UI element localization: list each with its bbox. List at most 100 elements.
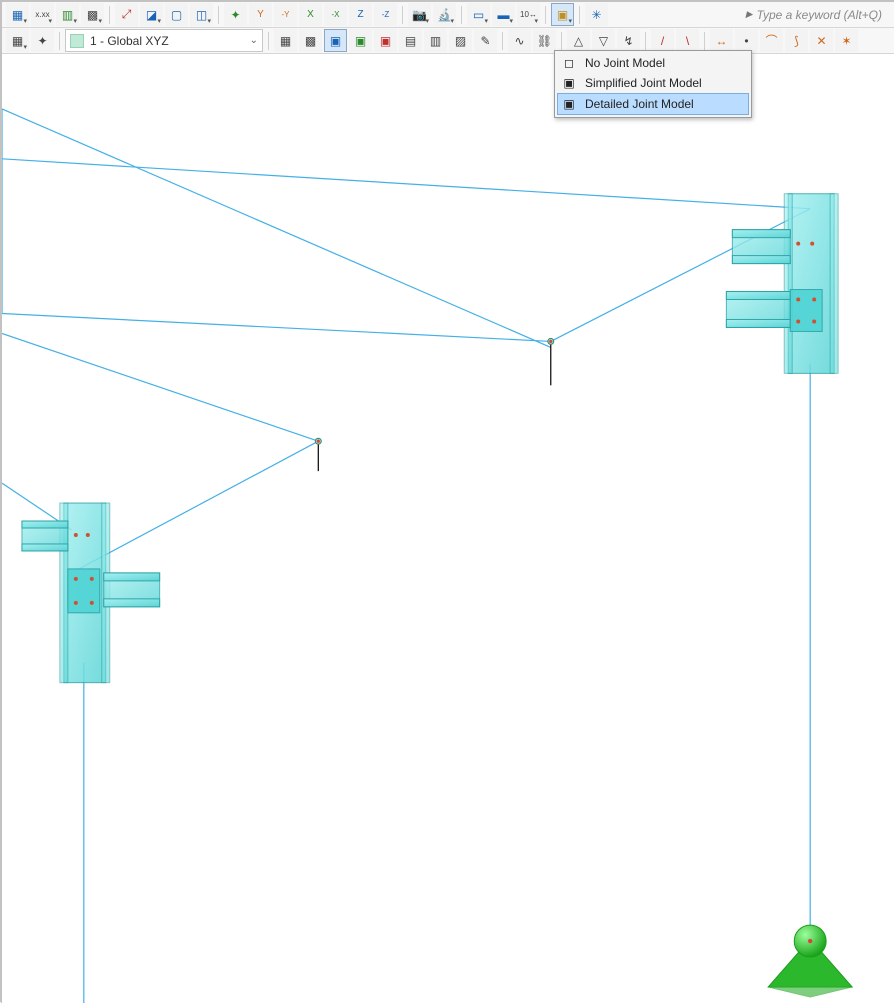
toolbar-separator (561, 32, 562, 50)
model-svg (2, 54, 894, 1003)
joint-right (726, 194, 838, 374)
chevron-down-icon: ▾ (48, 17, 52, 25)
menu-simplified-joint[interactable]: ▣ Simplified Joint Model (557, 73, 749, 93)
cross-1-icon[interactable]: ✕ (810, 29, 833, 52)
joint-left (22, 503, 160, 683)
joint-model-icon[interactable]: ▣▾ (551, 3, 574, 26)
toolbar-separator (704, 32, 705, 50)
line-1-icon[interactable]: / (651, 29, 674, 52)
mid-nodes (315, 338, 553, 444)
microscope-icon[interactable]: 🔬▾ (433, 3, 456, 26)
node-mark-icon[interactable]: • (735, 29, 758, 52)
model-viewport[interactable] (2, 54, 894, 1003)
line-2-icon[interactable]: \ (676, 29, 699, 52)
chevron-down-icon: ▾ (509, 17, 513, 25)
chevron-down-icon: ▾ (98, 17, 102, 25)
toolbar-2-left: ▦▾✦ (6, 29, 54, 52)
toggle-display-icon[interactable]: ▥▾ (56, 3, 79, 26)
toolbar-separator (59, 32, 60, 50)
toolbar-row-1: ▦▾x.xx▾▥▾▩▾ ⤢◪▾▢◫▾ ✦Y-YX-XZ-Z 📷▾🔬▾ ▭▾▬▾10↔▾ ▣… (2, 2, 894, 28)
menu-item-label: Simplified Joint Model (585, 76, 702, 90)
support-cone (768, 925, 852, 997)
new-structure-icon[interactable]: ▦▾ (6, 3, 29, 26)
coord-system-swatch (70, 34, 84, 48)
rendering-icon[interactable]: ✳ (585, 3, 608, 26)
menu-no-joint[interactable]: ◻ No Joint Model (557, 53, 749, 73)
table-icon[interactable]: ▦ (274, 29, 297, 52)
wireframe-icon[interactable]: ▢ (165, 3, 188, 26)
floor-plane-icon[interactable]: ▬▾ (492, 3, 515, 26)
toolbar-separator (579, 6, 580, 24)
coordinate-system-dropdown[interactable]: 1 - Global XYZ ⌄ (65, 29, 263, 52)
menu-item-label: No Joint Model (585, 56, 665, 70)
framework-2-icon[interactable]: ▣ (349, 29, 372, 52)
axis-x-icon[interactable]: X (299, 3, 322, 26)
support-a-icon[interactable]: △ (567, 29, 590, 52)
search-box[interactable]: ▶ Type a keyword (Alt+Q) (746, 4, 890, 26)
cross-2-icon[interactable]: ✶ (835, 29, 858, 52)
menu-detailed-joint[interactable]: ▣ Detailed Joint Model (557, 93, 749, 115)
toolbar-separator (461, 6, 462, 24)
zoom-extents-icon[interactable]: ⤢ (115, 3, 138, 26)
camera-view-icon[interactable]: 📷▾ (408, 3, 431, 26)
coord-system-label: 1 - Global XYZ (90, 34, 169, 48)
search-expand-icon: ▶ (746, 9, 753, 20)
toolbar-separator (268, 32, 269, 50)
toolbar-separator (402, 6, 403, 24)
toolbar-separator (218, 6, 219, 24)
arc-2-icon[interactable]: ⟆ (785, 29, 808, 52)
toolbar-separator (502, 32, 503, 50)
axis-neg-x-icon[interactable]: -X (324, 3, 347, 26)
chevron-down-icon: ▾ (568, 17, 572, 25)
toolbar-separator (645, 32, 646, 50)
joint-type-icon: ◻ (561, 55, 577, 71)
toolbar-1-buttons: ▦▾x.xx▾▥▾▩▾ ⤢◪▾▢◫▾ ✦Y-YX-XZ-Z 📷▾🔬▾ ▭▾▬▾10↔▾ ▣… (6, 3, 608, 26)
framework-1-icon[interactable]: ▣ (324, 29, 347, 52)
chevron-down-icon: ⌄ (250, 35, 258, 46)
transparency-icon[interactable]: ◫▾ (190, 3, 213, 26)
framework-6-icon[interactable]: ▨ (449, 29, 472, 52)
axes-xyz-icon[interactable]: ✦ (224, 3, 247, 26)
axis-z-icon[interactable]: Z (349, 3, 372, 26)
framework-3-icon[interactable]: ▣ (374, 29, 397, 52)
toolbar-separator (109, 6, 110, 24)
link-nodes-icon[interactable]: ∿ (508, 29, 531, 52)
dimension-icon[interactable]: x.xx▾ (31, 3, 54, 26)
support-b-icon[interactable]: ▽ (592, 29, 615, 52)
span-1-icon[interactable]: ↔ (710, 29, 733, 52)
axis-y-icon[interactable]: Y (249, 3, 272, 26)
framework-edit-icon[interactable]: ✎ (474, 29, 497, 52)
axis-neg-y-icon[interactable]: -Y (274, 3, 297, 26)
toolbar-2-right: ▦▩▣▣▣▤▥▨✎∿⛓△▽↯/\↔•⌒⟆✕✶ (274, 29, 858, 52)
select-node-icon[interactable]: ✦ (31, 29, 54, 52)
chevron-down-icon: ▾ (484, 17, 488, 25)
chevron-down-icon: ▾ (207, 17, 211, 25)
toolbar-separator (545, 6, 546, 24)
dimension-10-icon[interactable]: 10↔▾ (517, 3, 540, 26)
mesh-refine-icon[interactable]: ▩ (299, 29, 322, 52)
direction-icon[interactable]: ↯ (617, 29, 640, 52)
chevron-down-icon: ▾ (157, 17, 161, 25)
joint-type-icon: ▣ (561, 75, 577, 91)
search-placeholder: Type a keyword (Alt+Q) (757, 8, 882, 22)
chevron-down-icon: ▾ (425, 17, 429, 25)
grid-on-icon[interactable]: ▦▾ (6, 29, 29, 52)
joint-type-icon: ▣ (561, 96, 577, 112)
chevron-down-icon: ▾ (23, 17, 27, 25)
chevron-down-icon: ▾ (23, 43, 27, 51)
framework-4-icon[interactable]: ▤ (399, 29, 422, 52)
chevron-down-icon: ▾ (534, 17, 538, 25)
section-plane-icon[interactable]: ▭▾ (467, 3, 490, 26)
toolbar-row-2: ▦▾✦ 1 - Global XYZ ⌄ ▦▩▣▣▣▤▥▨✎∿⛓△▽↯/\↔•⌒… (2, 28, 894, 54)
structure-wireframe (2, 109, 810, 1003)
framework-5-icon[interactable]: ▥ (424, 29, 447, 52)
chevron-down-icon: ▾ (73, 17, 77, 25)
axis-neg-z-icon[interactable]: -Z (374, 3, 397, 26)
chevron-down-icon: ▾ (450, 17, 454, 25)
joint-model-menu[interactable]: ◻ No Joint Model ▣ Simplified Joint Model ▣ D… (554, 50, 752, 118)
rigid-link-icon[interactable]: ⛓ (533, 29, 556, 52)
arc-1-icon[interactable]: ⌒ (760, 29, 783, 52)
hatching-icon[interactable]: ▩▾ (81, 3, 104, 26)
solid-model-icon[interactable]: ◪▾ (140, 3, 163, 26)
menu-item-label: Detailed Joint Model (585, 97, 694, 111)
